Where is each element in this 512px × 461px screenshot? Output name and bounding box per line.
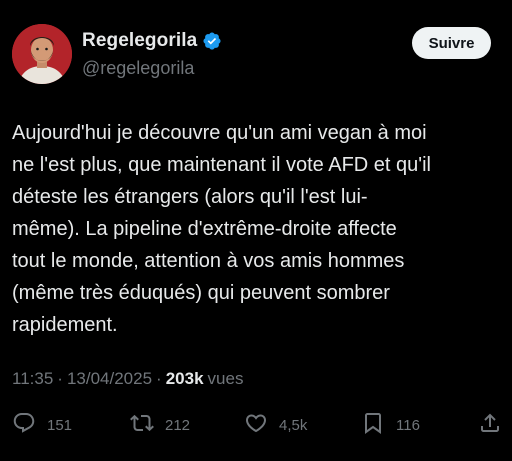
tweet-text: Aujourd'hui je découvre qu'un ami vegan … (12, 122, 431, 336)
reply-button[interactable]: 151 (12, 411, 72, 439)
tweet-date[interactable]: 13/04/2025 (67, 369, 152, 389)
tweet: Regelegorila @regelegorila Suivre Aujour… (0, 0, 512, 461)
like-button[interactable]: 4,5k (244, 411, 307, 439)
avatar[interactable] (12, 24, 72, 84)
bookmark-count: 116 (396, 416, 420, 434)
retweet-button[interactable]: 212 (130, 411, 190, 439)
share-button[interactable] (478, 411, 502, 439)
views-count: 203k (165, 369, 204, 388)
author-name-row: Regelegorila (82, 30, 222, 52)
follow-button[interactable]: Suivre (412, 27, 491, 59)
tweet-meta: 11:35 · 13/04/2025 · 203k vues (12, 369, 243, 389)
retweet-icon (130, 411, 154, 439)
reply-count: 151 (47, 416, 73, 434)
retweet-count: 212 (165, 416, 191, 434)
like-count: 4,5k (279, 416, 308, 434)
bookmark-icon (361, 411, 385, 439)
author-handle[interactable]: @regelegorila (82, 58, 194, 79)
heart-icon (244, 411, 268, 439)
reply-icon (12, 411, 36, 439)
verified-badge-icon (202, 31, 222, 51)
views-label: vues (207, 369, 244, 388)
action-bar: 151 212 4,5k 116 (0, 411, 512, 441)
meta-separator: · (156, 369, 162, 388)
share-icon (478, 411, 502, 439)
display-name[interactable]: Regelegorila (82, 30, 197, 52)
tweet-time[interactable]: 11:35 (12, 369, 53, 389)
bookmark-button[interactable]: 116 (361, 411, 420, 439)
meta-separator: · (57, 369, 63, 388)
